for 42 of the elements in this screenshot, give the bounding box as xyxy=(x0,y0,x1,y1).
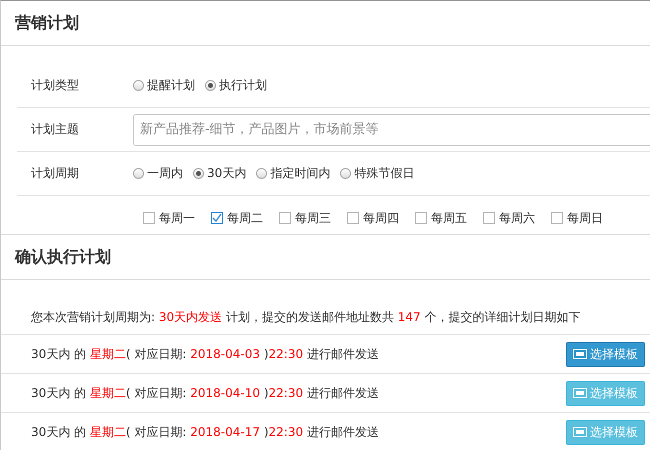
section-title: 确认执行计划 xyxy=(15,246,111,268)
radio-button[interactable] xyxy=(256,168,268,179)
checkbox-label: 每周三 xyxy=(295,210,331,226)
checkbox[interactable] xyxy=(551,212,563,224)
template-icon xyxy=(573,349,587,359)
template-icon xyxy=(573,388,587,398)
checkbox[interactable] xyxy=(211,212,223,224)
schedule-text: 30天内 的 星期二( 对应日期: 2018-04-03 )22:30 进行邮件发送 xyxy=(31,346,379,362)
checkbox-label: 每周六 xyxy=(499,210,535,226)
checkbox[interactable] xyxy=(279,212,291,224)
subject-input-field[interactable]: 新产品推荐-细节，产品图片，市场前景等 xyxy=(133,114,650,146)
checkbox-label: 每周一 xyxy=(159,210,195,226)
radio-button[interactable] xyxy=(205,80,216,91)
checkbox-label: 每周五 xyxy=(431,210,467,226)
radio-label: 特殊节假日 xyxy=(354,165,414,182)
radio-label: 执行计划 xyxy=(219,77,267,94)
template-icon xyxy=(573,427,587,437)
select-template-button[interactable]: 选择模板 xyxy=(566,420,645,444)
radio-label: 30天内 xyxy=(207,165,246,182)
summary-text: 您本次营销计划周期为: 30天内发送 计划，提交的发送邮件地址数共 147 个，提交的详细计划日期如下 xyxy=(31,310,581,324)
checkbox[interactable] xyxy=(415,212,427,224)
field-label: 计划主题 xyxy=(30,121,80,138)
checkbox[interactable] xyxy=(347,212,359,224)
radio-button[interactable] xyxy=(193,168,204,179)
radio-button[interactable] xyxy=(340,168,352,179)
radio-label: 一周内 xyxy=(147,165,183,182)
checkbox-label: 每周二 xyxy=(227,210,263,226)
select-template-button[interactable]: 选择模板 xyxy=(566,380,645,406)
checkbox-label: 每周四 xyxy=(363,210,399,226)
checkbox-label: 每周日 xyxy=(567,210,603,226)
checkbox[interactable] xyxy=(143,212,155,224)
field-label: 计划类型 xyxy=(30,77,80,94)
radio-label: 提醒计划 xyxy=(147,77,195,94)
schedule-text: 30天内 的 星期二( 对应日期: 2018-04-17 )22:30 进行邮件发送 xyxy=(31,424,379,440)
field-label: 计划周期 xyxy=(30,165,80,182)
select-template-button[interactable]: 选择模板 xyxy=(566,342,645,366)
section-title: 营销计划 xyxy=(15,12,79,34)
checkbox[interactable] xyxy=(483,212,495,224)
radio-button[interactable] xyxy=(133,168,144,179)
radio-button[interactable] xyxy=(133,80,144,91)
schedule-text: 30天内 的 星期二( 对应日期: 2018-04-10 )22:30 进行邮件发送 xyxy=(31,384,379,402)
radio-label: 指定时间内 xyxy=(270,165,330,182)
